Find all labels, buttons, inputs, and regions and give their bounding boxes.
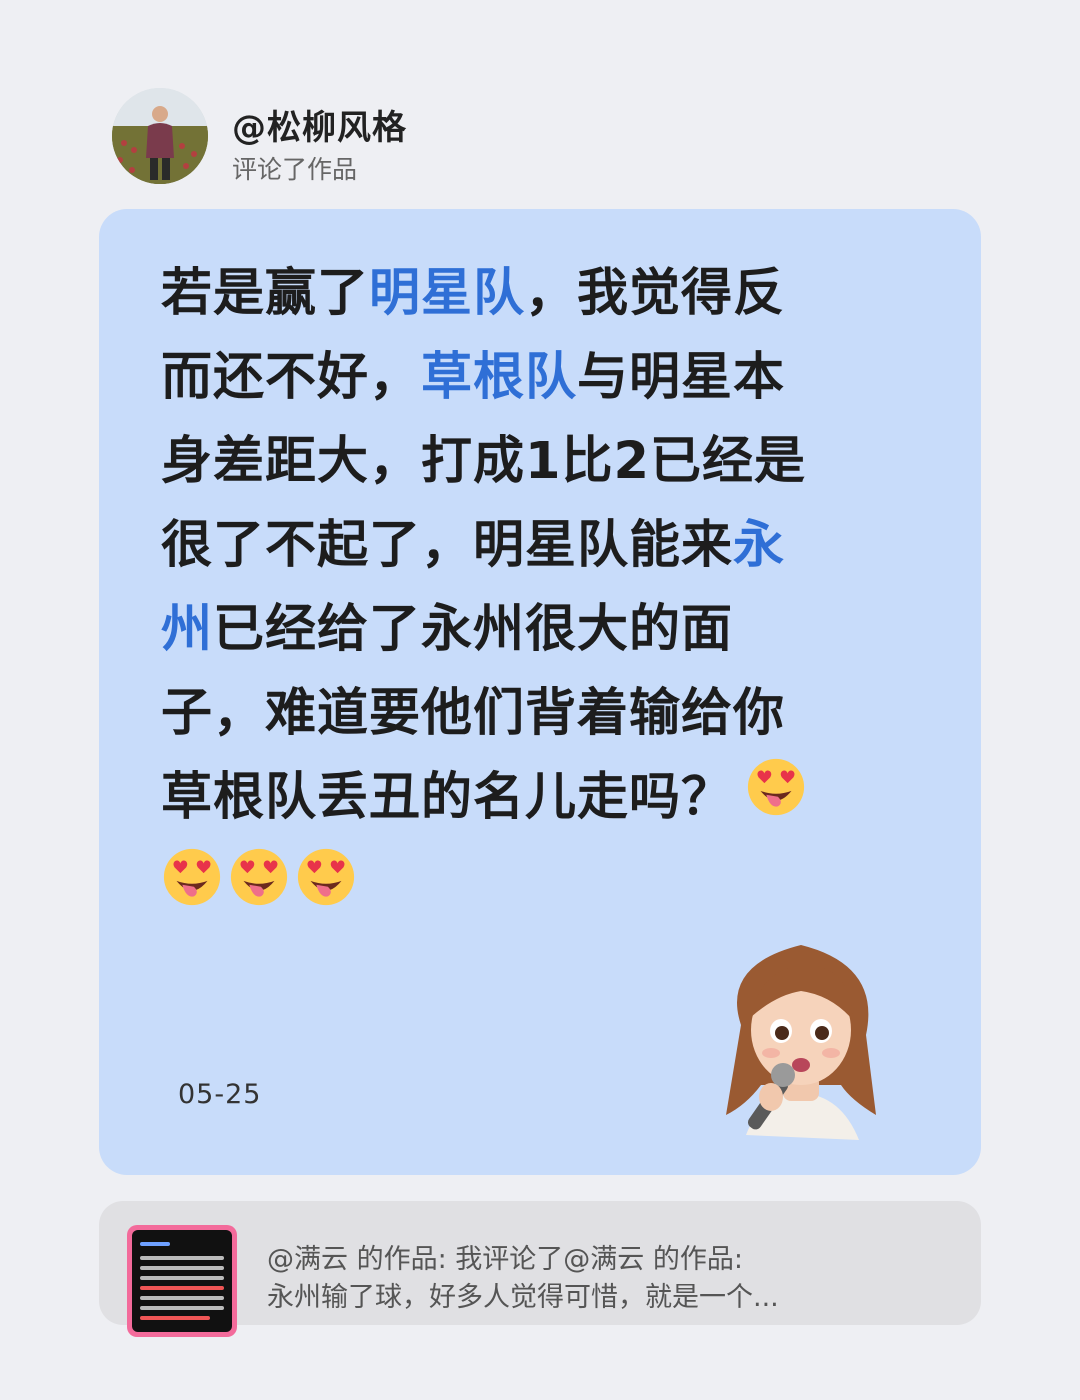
comment-line: 州已经给了永州很大的面 (161, 588, 891, 672)
comment-text: 若是赢了明星队，我觉得反 而还不好，草根队与明星本 身差距大，打成1比2已经是 很了不… (161, 252, 891, 844)
emoji-row (161, 846, 891, 912)
author-username[interactable]: @松柳风格 (232, 100, 407, 149)
comment-segment: 已经给了永州很大的面 (213, 600, 734, 659)
comment-segment: 子，难道要他们背着输给你 (161, 684, 786, 743)
comment-line: 很了不起了，明星队能来永 (161, 504, 891, 588)
author-avatar[interactable] (112, 88, 208, 184)
comment-line: 身差距大，打成1比2已经是 (161, 420, 891, 504)
keyword-link[interactable]: 草根队 (421, 348, 577, 407)
comment-segment: 草根队丢丑的名儿走吗？ (161, 768, 734, 827)
comment-segment: ，我觉得反 (525, 264, 786, 323)
heart-eyes-tongue-emoji-icon (228, 846, 290, 908)
comment-segment: 身差距大，打成1比2已经是 (161, 432, 806, 491)
post-action-text: 评论了作品 (232, 155, 358, 184)
comment-date: 05-25 (178, 1079, 262, 1110)
comment-segment: 而还不好， (161, 348, 422, 407)
heart-eyes-tongue-emoji-icon (295, 846, 357, 908)
comment-line: 子，难道要他们背着输给你 (161, 672, 891, 756)
memoji-girl-singing-icon (726, 945, 876, 1140)
referenced-work-card[interactable]: @满云 的作品: 我评论了@满云 的作品: 永州输了球，好多人觉得可惜，就是一个… (99, 1201, 981, 1337)
referenced-work-text: @满云 的作品: 我评论了@满云 的作品: 永州输了球，好多人觉得可惜，就是一个… (267, 1241, 907, 1317)
comment-card[interactable]: 若是赢了明星队，我觉得反 而还不好，草根队与明星本 身差距大，打成1比2已经是 很了不… (99, 209, 981, 1175)
post-header: @松柳风格 评论了作品 (112, 88, 812, 188)
comment-line: 草根队丢丑的名儿走吗？ (161, 756, 891, 844)
keyword-link[interactable]: 州 (161, 600, 213, 659)
comment-segment: 与明星本 (577, 348, 786, 407)
comment-line: 若是赢了明星队，我觉得反 (161, 252, 891, 336)
keyword-link[interactable]: 永 (733, 516, 785, 575)
comment-segment: 若是赢了 (161, 264, 370, 323)
referenced-work-line-1: @满云 的作品: 我评论了@满云 的作品: (267, 1244, 743, 1275)
video-thumbnail-icon (127, 1225, 237, 1337)
comment-segment: 很了不起了，明星队能来 (161, 516, 734, 575)
referenced-work-line-2: 永州输了球，好多人觉得可惜，就是一个... (267, 1282, 779, 1313)
comment-line: 而还不好，草根队与明星本 (161, 336, 891, 420)
heart-eyes-tongue-emoji-icon (745, 756, 807, 844)
keyword-link[interactable]: 明星队 (369, 264, 525, 323)
heart-eyes-tongue-emoji-icon (161, 846, 223, 908)
